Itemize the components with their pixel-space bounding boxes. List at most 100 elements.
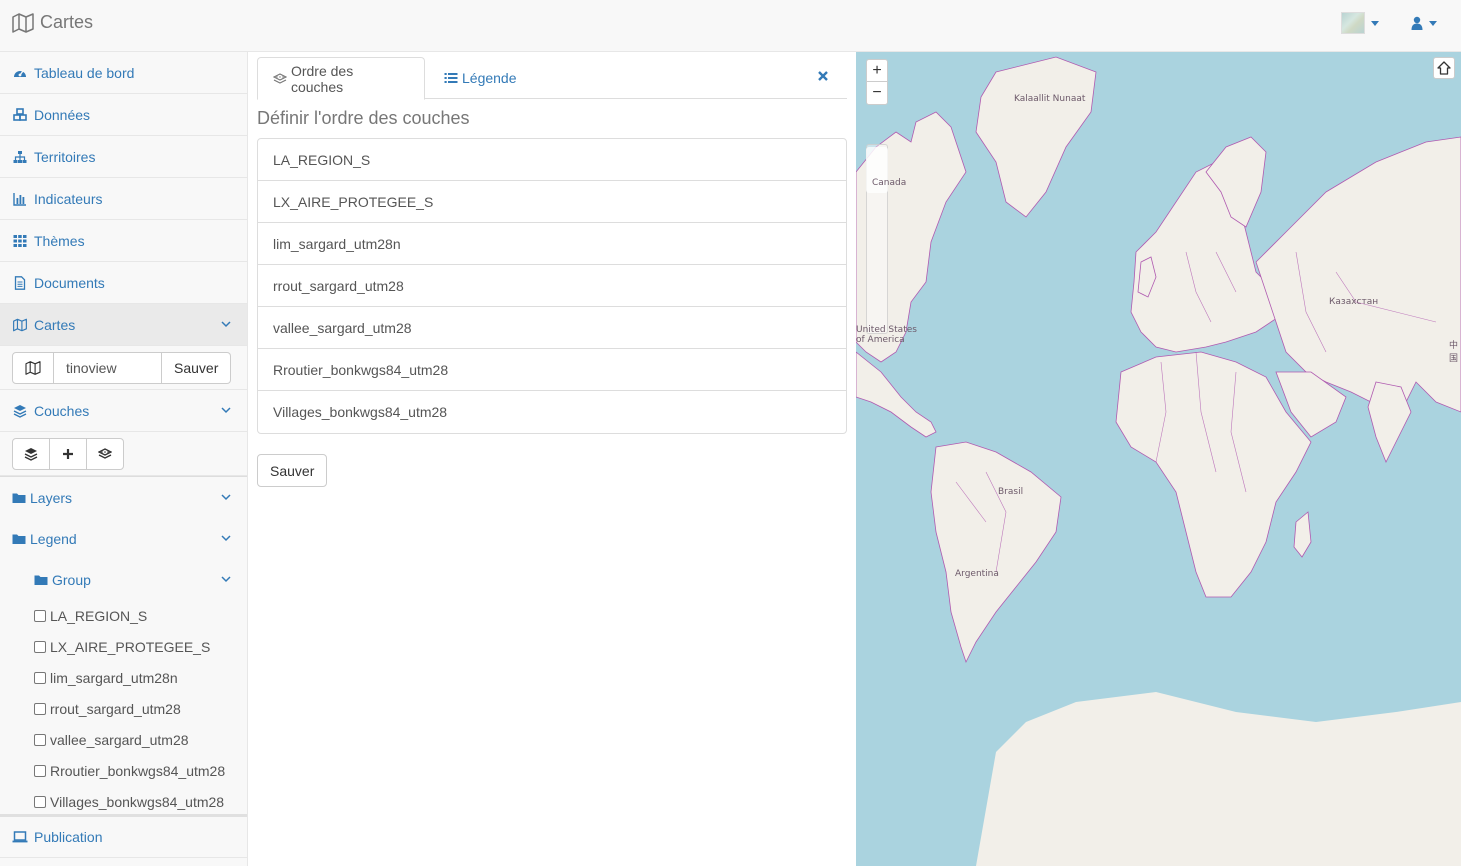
tree-leaf-label: Villages_bonkwgs84_utm28 <box>50 793 225 810</box>
user-dropdown[interactable] <box>1411 16 1437 30</box>
app-title: Cartes <box>40 12 94 32</box>
chevron-down-icon <box>221 535 231 542</box>
sidebar-item-label: Tableau de bord <box>34 64 135 81</box>
tree-item-label: Group <box>52 571 91 588</box>
list-item[interactable]: lim_sargard_utm28n <box>258 223 846 265</box>
user-icon <box>1411 16 1423 30</box>
zoom-extent-button[interactable] <box>1433 57 1455 79</box>
sidebar-item-territoires[interactable]: Territoires <box>0 136 247 178</box>
world-map <box>856 56 1461 866</box>
sidebar-item-label: Données <box>34 106 91 123</box>
list-item[interactable]: LX_AIRE_PROTEGEE_S <box>258 181 846 223</box>
sidebar-item-label: Documents <box>34 274 105 291</box>
plus-icon <box>63 448 73 459</box>
tree-leaf: Rroutier_bonkwgs84_utm28 <box>0 755 247 786</box>
zoom-control: + − <box>866 59 888 105</box>
tab-legende[interactable]: Légende <box>429 57 532 99</box>
list-item[interactable]: Rroutier_bonkwgs84_utm28 <box>258 349 846 391</box>
tree-leaf: LX_AIRE_PROTEGEE_S <box>0 631 247 662</box>
close-icon[interactable] <box>817 70 829 82</box>
map-label: Kalaallit Nunaat <box>1014 94 1086 104</box>
bar-chart-icon <box>13 192 26 206</box>
tree-leaf: rrout_sargard_utm28 <box>0 693 247 724</box>
add-layer-button[interactable] <box>49 437 87 470</box>
layer-tools <box>0 432 247 476</box>
list-item[interactable]: vallee_sargard_utm28 <box>258 307 846 349</box>
list-item[interactable]: LA_REGION_S <box>258 139 846 181</box>
sidebar-item-couches[interactable]: Couches <box>0 390 247 432</box>
folder-icon <box>34 575 48 585</box>
map-view[interactable]: + − Kalaallit Nunaat Canada United State… <box>856 52 1461 866</box>
sidebar-item-dashboard[interactable]: Tableau de bord <box>0 52 247 94</box>
sidebar-item-label: Publication <box>34 829 103 845</box>
sidebar-item-themes[interactable]: Thèmes <box>0 220 247 262</box>
tree-leaf: lim_sargard_utm28n <box>0 662 247 693</box>
list-item[interactable]: rrout_sargard_utm28 <box>258 265 846 307</box>
save-order-button[interactable]: Sauver <box>257 454 328 487</box>
tree-leaf-label: vallee_sargard_utm28 <box>50 731 189 748</box>
chevron-down-icon <box>221 407 231 414</box>
tree-item-group[interactable]: Group <box>0 559 247 600</box>
list-icon <box>444 73 458 83</box>
layers-icon <box>13 404 27 418</box>
layer-checkbox[interactable] <box>34 609 46 622</box>
chevron-down-icon <box>221 494 231 501</box>
main-panel: Ordre des couches Légende Définir l'ordr… <box>248 52 856 866</box>
tree-item-legend[interactable]: Legend <box>0 518 247 559</box>
layer-order-list: LA_REGION_S LX_AIRE_PROTEGEE_S lim_sarga… <box>257 138 847 434</box>
map-label: 中国 <box>1449 341 1459 364</box>
tab-ordre-des-couches[interactable]: Ordre des couches <box>257 57 425 100</box>
caret-down-icon <box>1429 20 1437 26</box>
tree-leaf-label: LX_AIRE_PROTEGEE_S <box>50 638 211 655</box>
document-icon <box>14 275 26 290</box>
map-label: Argentina <box>955 569 999 579</box>
tree-leaf-label: rrout_sargard_utm28 <box>50 700 181 717</box>
tab-label: Légende <box>462 70 517 86</box>
home-icon <box>1437 61 1451 75</box>
sidebar-item-documents[interactable]: Documents <box>0 262 247 304</box>
sidebar-item-publication[interactable]: Publication <box>0 814 247 858</box>
sidebar-item-donnees[interactable]: Données <box>0 94 247 136</box>
save-map-button[interactable]: Sauver <box>162 351 232 384</box>
layer-checkbox[interactable] <box>34 702 46 715</box>
zoom-out-button[interactable]: − <box>867 82 887 104</box>
map-icon <box>25 360 41 375</box>
layer-tree: Layers Legend Group LA_REGION_S LX_AIRE_… <box>0 476 247 817</box>
chevron-down-icon <box>221 321 231 328</box>
layer-order-button[interactable] <box>86 437 124 470</box>
layer-checkbox[interactable] <box>34 671 46 684</box>
tree-leaf-label: Rroutier_bonkwgs84_utm28 <box>50 762 226 779</box>
caret-down-icon <box>1371 20 1379 26</box>
language-dropdown[interactable] <box>1341 12 1379 34</box>
sidebar-item-label: Thèmes <box>34 232 85 249</box>
tree-leaf: vallee_sargard_utm28 <box>0 724 247 755</box>
layer-checkbox[interactable] <box>34 795 46 808</box>
grid-icon <box>13 234 27 247</box>
sidebar-item-indicateurs[interactable]: Indicateurs <box>0 178 247 220</box>
layers-icon <box>24 447 38 461</box>
layer-checkbox[interactable] <box>34 733 46 746</box>
tree-item-layers[interactable]: Layers <box>0 477 247 518</box>
tag-layers-icon <box>273 72 287 84</box>
sidebar-item-label: Indicateurs <box>34 190 103 207</box>
layer-checkbox[interactable] <box>34 640 46 653</box>
list-item[interactable]: Villages_bonkwgs84_utm28 <box>258 391 846 433</box>
tree-leaf-label: LA_REGION_S <box>50 607 148 624</box>
sidebar-item-cartes[interactable]: Cartes <box>0 304 247 346</box>
flag-icon <box>1341 12 1365 34</box>
layers-button[interactable] <box>12 437 50 470</box>
map-name-input[interactable] <box>54 351 162 384</box>
brand[interactable]: Cartes <box>12 12 93 33</box>
folder-icon <box>12 493 26 503</box>
dashboard-icon <box>14 70 26 77</box>
tab-bar: Ordre des couches Légende <box>257 57 847 100</box>
sitemap-icon <box>13 150 27 163</box>
cubes-icon <box>13 107 27 121</box>
top-navbar: Cartes <box>0 0 1461 52</box>
map-label: Brasil <box>998 487 1024 497</box>
tree-leaf: LA_REGION_S <box>0 600 247 631</box>
map-label: United States <box>856 325 917 335</box>
map-label: Canada <box>872 178 907 188</box>
layer-checkbox[interactable] <box>34 764 46 777</box>
zoom-in-button[interactable]: + <box>867 60 887 82</box>
